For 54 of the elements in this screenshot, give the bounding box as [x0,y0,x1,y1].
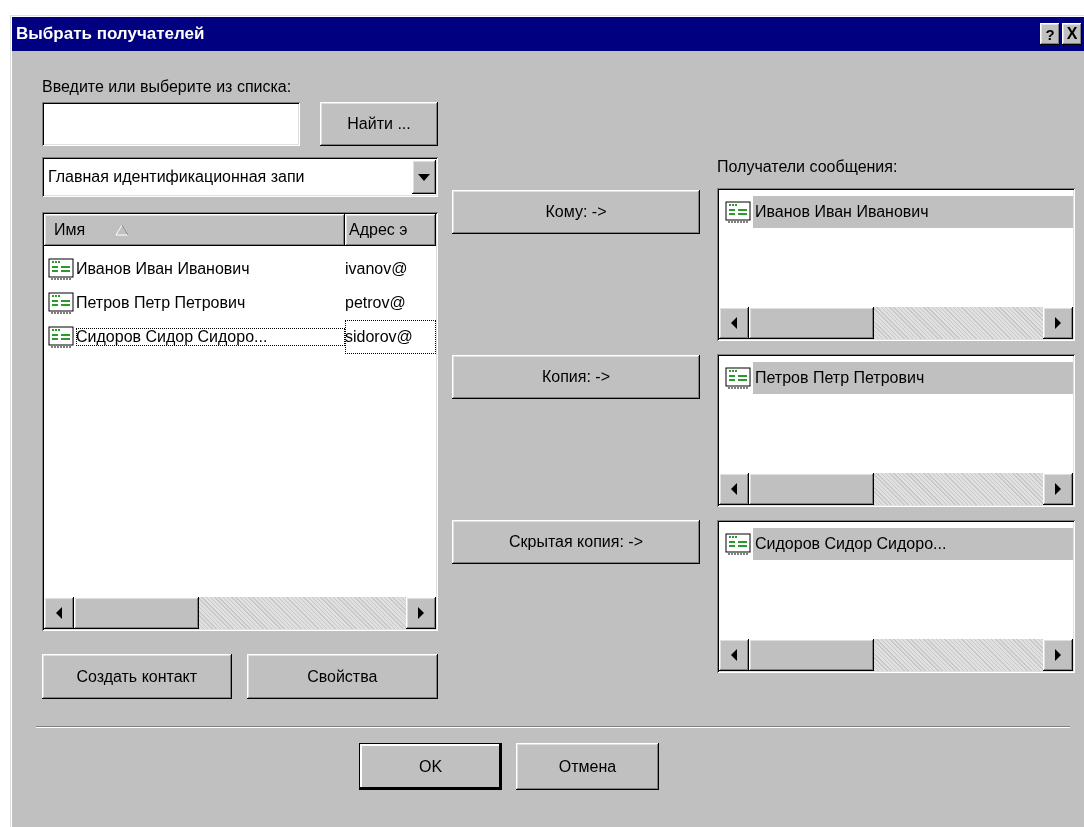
scroll-left-button[interactable] [719,473,749,505]
find-button[interactable]: Найти ... [320,102,438,146]
window-title: Выбрать получателей [16,24,206,44]
left-arrow-icon [730,649,738,661]
scroll-left-button[interactable] [719,639,749,671]
scroll-thumb[interactable] [749,473,874,505]
close-button[interactable]: X [1062,23,1082,45]
address-book-dropdown[interactable]: Главная идентификационная запи [42,157,438,197]
recipients-label: Получатели сообщения: [717,158,899,177]
add-recipient-button[interactable]: Скрытая копия: -> [452,520,700,564]
contact-card-icon [725,201,751,223]
new-contact-button[interactable]: Создать контакт [42,654,232,699]
right-arrow-icon [1054,317,1062,329]
left-arrow-icon [730,483,738,495]
contact-address[interactable]: ivanov@ [345,252,436,286]
search-field[interactable] [42,102,300,146]
search-label: Введите или выберите из списка: [42,78,293,97]
column-header[interactable]: Имя [44,214,345,246]
add-recipient-button[interactable]: Кому: -> [452,190,700,234]
scroll-right-button[interactable] [406,597,436,629]
scroll-thumb[interactable] [749,639,874,671]
scroll-left-button[interactable] [44,597,74,629]
contact-name[interactable]: Петров Петр Петрович [76,294,345,312]
left-arrow-icon [55,607,63,619]
properties-button[interactable]: Свойства [246,654,438,699]
contact-address[interactable]: sidorov@ [345,320,436,354]
contact-card-icon [48,292,74,314]
left-arrow-icon [730,317,738,329]
scroll-thumb[interactable] [74,597,199,629]
scroll-right-button[interactable] [1043,307,1073,339]
down-arrow-icon [418,173,430,181]
contact-address[interactable]: petrov@ [345,286,436,320]
contact-card-icon [48,326,74,348]
contact-name[interactable]: Сидоров Сидор Сидоро... [76,328,345,346]
right-arrow-icon [417,607,425,619]
contact-card-icon [725,367,751,389]
cancel-button[interactable]: Отмена [516,743,659,790]
add-recipient-button[interactable]: Копия: -> [452,355,700,399]
scroll-thumb[interactable] [749,307,874,339]
column-header[interactable]: Адрес э [345,214,436,246]
scroll-right-button[interactable] [1043,473,1073,505]
recipient-item[interactable]: Петров Петр Петрович [753,362,1073,394]
scroll-left-button[interactable] [719,307,749,339]
recipient-item[interactable]: Сидоров Сидор Сидоро... [753,528,1073,560]
contact-card-icon [48,258,74,280]
recipient-item[interactable]: Иванов Иван Иванович [753,196,1073,228]
contact-name[interactable]: Иванов Иван Иванович [76,260,345,278]
scroll-right-button[interactable] [1043,639,1073,671]
contact-card-icon [725,533,751,555]
dropdown-button[interactable] [412,160,436,194]
help-button[interactable]: ? [1040,23,1060,45]
ok-button[interactable]: OK [359,743,502,790]
right-arrow-icon [1054,483,1062,495]
right-arrow-icon [1054,649,1062,661]
